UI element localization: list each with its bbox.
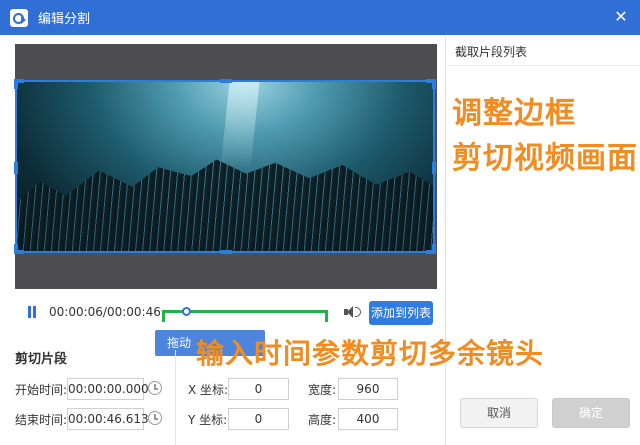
crop-handle-left[interactable] (14, 162, 24, 174)
add-to-list-button[interactable]: 添加到列表 (369, 301, 433, 325)
x-coordinate-input[interactable]: 0 (228, 378, 289, 400)
start-time-label: 开始时间: (15, 383, 68, 397)
crop-handle-top-left[interactable] (14, 79, 24, 89)
time-display: 00:00:06/00:00:46 (49, 305, 161, 319)
y-coordinate-label: Y 坐标: (188, 413, 228, 427)
pause-icon[interactable] (27, 306, 37, 318)
volume-wave-icon (355, 307, 361, 317)
width-input[interactable]: 960 (338, 378, 398, 400)
annotation-input-time: 输入时间参数剪切多余镜头 (196, 337, 545, 370)
clip-settings-title: 剪切片段 (15, 352, 68, 367)
clock-icon[interactable] (148, 381, 162, 395)
crop-handle-bottom[interactable] (220, 244, 232, 254)
divider (175, 350, 176, 445)
annotation-crop-video: 剪切视频画面 (452, 141, 638, 176)
height-input[interactable]: 400 (338, 408, 398, 430)
timeline-slider[interactable] (162, 302, 328, 322)
title-bar: 编辑分割 ✕ (0, 0, 640, 35)
crop-handle-bottom-right[interactable] (426, 244, 436, 254)
end-time-label: 结束时间: (15, 413, 68, 427)
timeline-start-handle[interactable] (162, 310, 165, 322)
end-time-input[interactable]: 00:00:46.613 (67, 408, 149, 430)
confirm-button[interactable]: 确定 (552, 398, 630, 428)
crop-handle-bottom-left[interactable] (14, 244, 24, 254)
clip-list-title: 截取片段列表 (455, 45, 528, 59)
height-label: 高度: (308, 413, 337, 427)
playhead[interactable] (182, 307, 191, 316)
crop-handle-top[interactable] (220, 79, 232, 89)
width-label: 宽度: (308, 383, 337, 397)
y-coordinate-input[interactable]: 0 (228, 408, 289, 430)
x-coordinate-label: X 坐标: (188, 383, 229, 397)
crop-box[interactable] (14, 79, 436, 254)
app-logo-icon (10, 8, 28, 27)
crop-handle-top-right[interactable] (426, 79, 436, 89)
start-time-input[interactable]: 00:00:00.000 (67, 378, 149, 400)
clock-icon[interactable] (148, 411, 162, 425)
close-icon[interactable]: ✕ (612, 8, 630, 26)
crop-handle-right[interactable] (426, 162, 436, 174)
cancel-button[interactable]: 取消 (460, 398, 538, 428)
timeline-end-handle[interactable] (325, 310, 328, 322)
window-title: 编辑分割 (38, 12, 91, 27)
annotation-adjust-border: 调整边框 (452, 96, 576, 131)
